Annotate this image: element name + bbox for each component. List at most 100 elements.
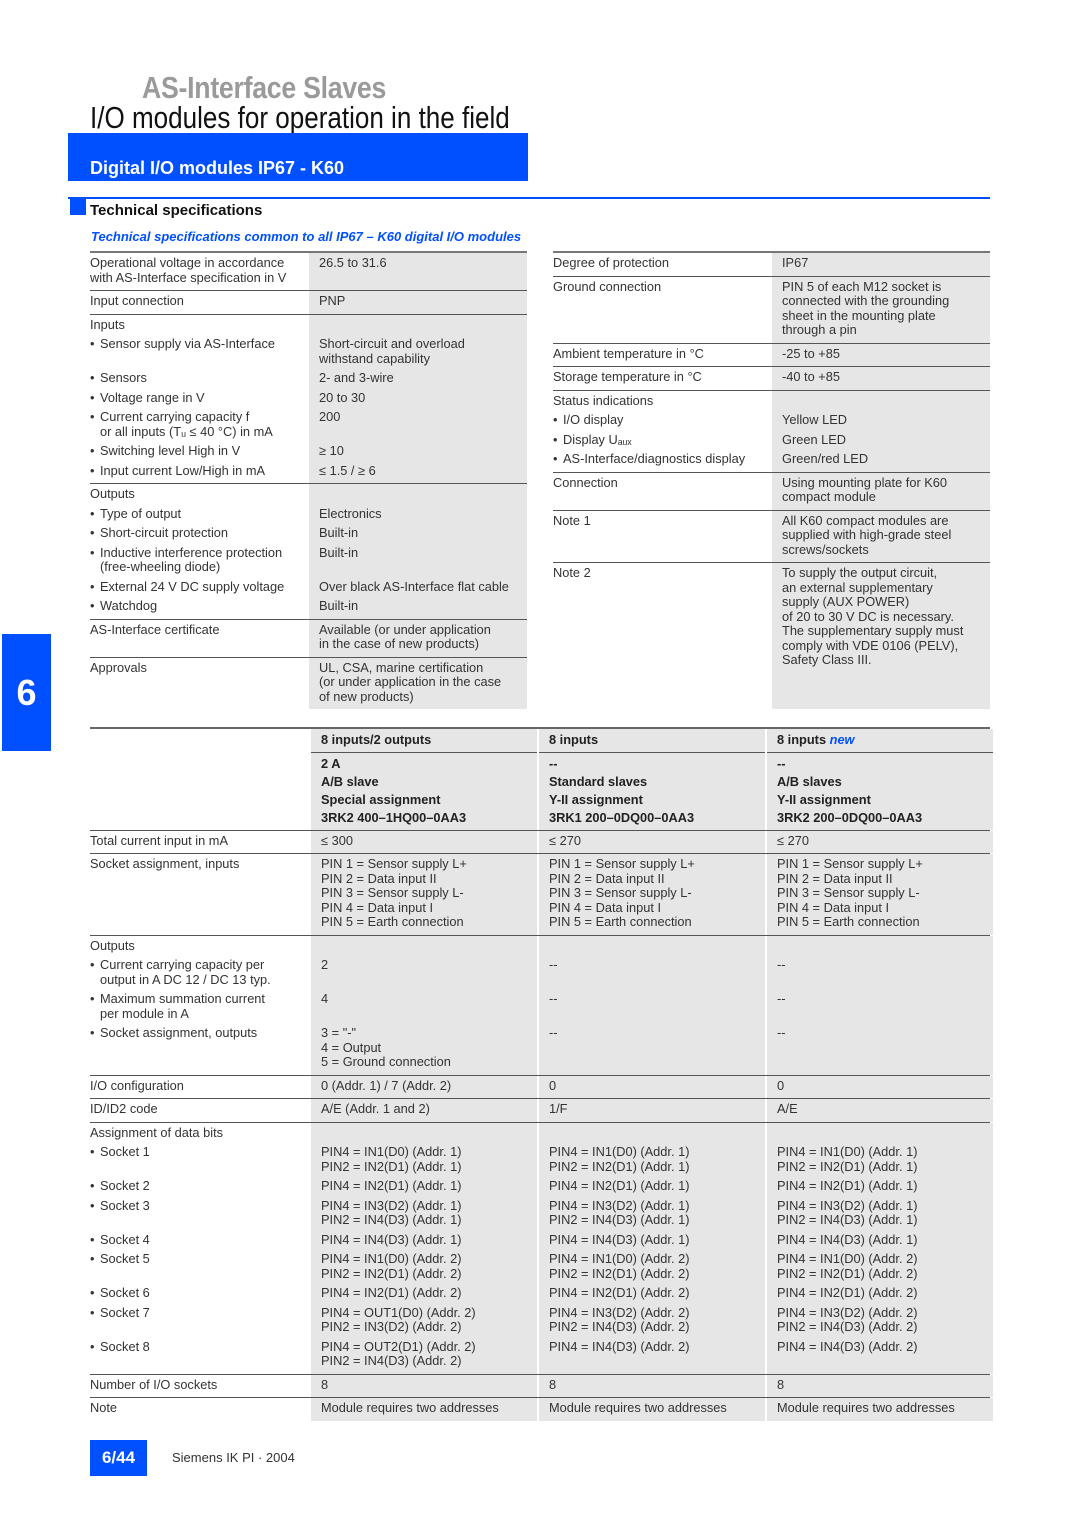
spec-value: Built-in [319, 525, 359, 540]
table-row: Outputs Current carrying capacity per out… [90, 935, 993, 1076]
spec-value: PIN4 = OUT2(D1) (Addr. 2) PIN2 = IN4(D3)… [321, 1338, 476, 1368]
banner-title: Digital I/O modules IP67 - K60 [90, 158, 345, 178]
spec-value: PIN4 = IN3(D2) (Addr. 1) PIN2 = IN4(D3) … [777, 1197, 918, 1227]
spec-value: 0 [777, 1077, 785, 1093]
row-value-cell: Available (or under application in the c… [309, 619, 527, 657]
table-row: Note Module requires two addresses Module … [90, 1398, 993, 1421]
spec-label: I/O display [553, 412, 772, 428]
spec-value: PIN4 = IN2(D1) (Addr. 1) [321, 1178, 462, 1193]
column-title: 8 inputs new [767, 729, 993, 753]
spec-label: Display Uₐᵤₓ [553, 432, 772, 448]
spec-label: Type of output [90, 506, 309, 522]
chapter-tab: 6 [2, 634, 51, 751]
row-label-cell: Assignment of data bits Socket 1 Socket 2 S… [90, 1123, 309, 1374]
spec-label: Current carrying capacity f or all input… [90, 409, 309, 439]
table-row: Operational voltage in accordance with A… [90, 253, 527, 291]
row-value-cell: 2 4 3 = "-" 4 = Output 5 = Ground connecti… [311, 935, 537, 1075]
spec-value: PIN4 = IN2(D1) (Addr. 1) [549, 1178, 690, 1193]
table-row: Assignment of data bits Socket 1 Socket 2 S… [90, 1122, 993, 1375]
module-specs-table: 8 inputs/2 outputs 8 inputs 8 inputs new… [90, 727, 993, 1421]
spec-value: Module requires two addresses [549, 1400, 727, 1415]
spec-label: Assignment of data bits [90, 1124, 224, 1140]
spec-value [319, 318, 527, 333]
spec-value: ≤ 300 [321, 832, 353, 848]
spec-label: I/O configuration [90, 1077, 184, 1093]
row-label-cell: Note 2 [553, 563, 772, 709]
spec-value: PIN4 = IN1(D0) (Addr. 1) PIN2 = IN2(D1) … [777, 1144, 918, 1174]
spec-label: Watchdog [90, 598, 309, 614]
new-badge: new [829, 732, 855, 747]
spec-value: 0 (Addr. 1) / 7 (Addr. 2) [321, 1077, 452, 1093]
table-row: Socket assignment, inputs PIN 1 = Sensor … [90, 854, 993, 936]
table-body: Total current input in mA ≤ 300 ≤ 270 ≤ 270… [90, 830, 993, 1421]
row-label-cell: Note [90, 1398, 309, 1421]
row-label-cell: Input connection [90, 291, 309, 314]
row-label-cell: AS-Interface certificate [90, 620, 309, 657]
spec-value: PIN4 = IN4(D3) (Addr. 2) [777, 1338, 918, 1354]
row-label-cell: Total current input in mA [90, 831, 309, 854]
spec-value: PIN4 = IN3(D2) (Addr. 1) PIN2 = IN4(D3) … [321, 1197, 462, 1227]
row-value-cell: A/E (Addr. 1 and 2) [311, 1099, 537, 1122]
spec-value: ≤ 270 [549, 832, 581, 848]
row-value-cell: Module requires two addresses [767, 1398, 993, 1421]
row-value-cell: 0 (Addr. 1) / 7 (Addr. 2) [311, 1075, 537, 1098]
header-blank [90, 729, 309, 753]
table-row: Input connection PNP [90, 291, 527, 315]
spec-value: PIN4 = IN2(D1) (Addr. 2) [549, 1285, 690, 1300]
column-title-text: 8 inputs [549, 732, 599, 747]
spec-value [319, 487, 527, 502]
section-banner: Digital I/O modules IP67 - K60 [68, 133, 528, 181]
row-label-cell: Inputs Sensor supply via AS-Interface Sens… [90, 315, 309, 484]
row-label-cell: Status indications I/O display Display Uₐᵤ… [553, 391, 772, 472]
row-value-cell: PIN 1 = Sensor supply L+ PIN 2 = Data in… [767, 854, 993, 935]
spec-value: Over black AS-Interface flat cable [319, 578, 509, 594]
row-value-cell: 0 [539, 1075, 765, 1098]
spec-value: PIN4 = IN2(D1) (Addr. 2) [777, 1285, 918, 1300]
spec-label: Voltage range in V [90, 390, 309, 406]
row-label-cell: Ambient temperature in °C [553, 344, 772, 367]
row-value-cell: PIN4 = IN1(D0) (Addr. 1) PIN2 = IN2(D1) … [311, 1122, 537, 1374]
spec-value: Module requires two addresses [777, 1400, 955, 1415]
spec-value: ≥ 10 [319, 443, 344, 458]
row-value-cell: PNP [309, 291, 527, 314]
row-label-cell: Connection [553, 473, 772, 510]
page-number: 6/44 [90, 1440, 147, 1476]
row-value-cell: A/E [767, 1099, 993, 1122]
spec-label: Connection [553, 474, 618, 490]
row-value-cell: 1/F [539, 1099, 765, 1122]
row-value-cell: Electronics Built-in Built-in Over black AS… [309, 484, 527, 619]
table-row: Approvals UL, CSA, marine certification (… [90, 657, 527, 709]
spec-label: Number of I/O sockets [90, 1376, 218, 1392]
spec-value: All K60 compact modules are supplied wit… [782, 512, 952, 557]
row-value-cell: All K60 compact modules are supplied wit… [772, 510, 990, 562]
row-value-cell: -40 to +85 [772, 367, 990, 390]
spec-label: Degree of protection [553, 255, 669, 270]
spec-value: PIN4 = IN4(D3) (Addr. 2) [549, 1338, 690, 1354]
spec-value: PIN4 = IN3(D2) (Addr. 2) PIN2 = IN4(D3) … [549, 1304, 690, 1334]
spec-value: 2- and 3-wire [319, 370, 394, 385]
row-label-cell: I/O configuration [90, 1076, 309, 1099]
spec-value: Green LED [782, 431, 847, 447]
row-value-cell: PIN 5 of each M12 socket is connected wi… [772, 276, 990, 343]
spec-label: Socket 2 [90, 1178, 309, 1194]
spec-value: Built-in [319, 598, 359, 613]
spec-label: Outputs [90, 937, 135, 953]
row-value-cell: To supply the output circuit, an externa… [772, 563, 990, 709]
spec-label: Approvals [90, 659, 147, 675]
spec-value: -- [549, 1025, 558, 1040]
row-value-cell: ≤ 270 [539, 830, 765, 853]
spec-value: -25 to +85 [782, 345, 840, 361]
row-value-cell: ≤ 300 [311, 830, 537, 853]
column-details: -- A/B slaves Y-II assignment 3RK2 200–0… [767, 752, 993, 830]
spec-value: A/E (Addr. 1 and 2) [321, 1101, 430, 1116]
row-value-cell: 8 [767, 1374, 993, 1397]
spec-label: AS-Interface/diagnostics display [553, 451, 772, 467]
spec-label: Input connection [90, 293, 184, 308]
spec-value: PIN 1 = Sensor supply L+ PIN 2 = Data in… [321, 856, 467, 929]
spec-value [549, 939, 765, 954]
page-title: I/O modules for operation in the field [90, 100, 510, 135]
spec-value: IP67 [782, 255, 809, 270]
spec-value: -- [777, 991, 786, 1006]
spec-value: -40 to +85 [782, 369, 840, 384]
spec-value: PIN4 = IN1(D0) (Addr. 1) PIN2 = IN2(D1) … [321, 1144, 462, 1174]
